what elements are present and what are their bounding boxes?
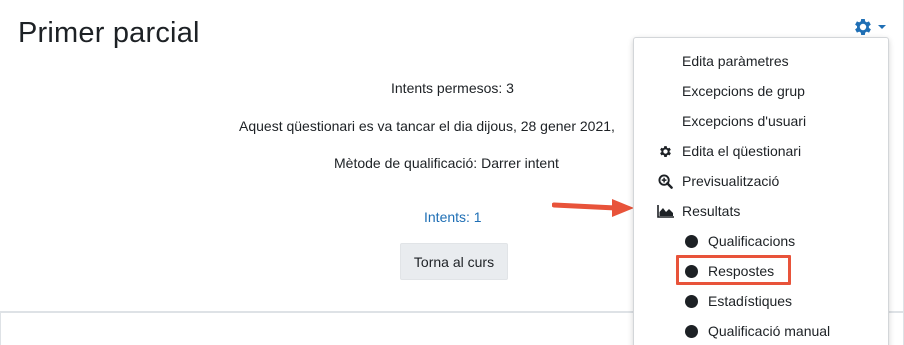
menu-item-edit-settings[interactable]: Edita paràmetres [634, 46, 888, 76]
bullet-icon [682, 294, 700, 308]
menu-item-group-overrides[interactable]: Excepcions de grup [634, 76, 888, 106]
grading-method: Mètode de qualificació: Darrer intent [334, 155, 559, 171]
settings-dropdown-menu: Edita paràmetres Excepcions de grup Exce… [633, 37, 889, 345]
magnifier-plus-icon [656, 173, 674, 189]
gear-icon [855, 19, 871, 35]
menu-item-label: Respostes [708, 263, 775, 279]
annotation-arrow-icon [552, 199, 634, 217]
menu-item-preview[interactable]: Previsualització [634, 166, 888, 196]
menu-item-responses[interactable]: Respostes [634, 256, 888, 286]
menu-item-label: Edita paràmetres [682, 53, 789, 69]
quiz-page: Primer parcial Intents permesos: 3 Aques… [0, 0, 904, 345]
bullet-icon [682, 264, 700, 278]
settings-menu-toggle[interactable] [852, 16, 886, 38]
menu-item-label: Qualificacions [708, 233, 796, 249]
attempts-link[interactable]: Intents: 1 [424, 209, 482, 225]
bullet-icon [682, 324, 700, 338]
bullet-icon [682, 234, 700, 248]
back-to-course-button[interactable]: Torna al curs [400, 243, 508, 280]
gear-icon [656, 144, 674, 159]
menu-item-grades[interactable]: Qualificacions [634, 226, 888, 256]
menu-item-user-overrides[interactable]: Excepcions d'usuari [634, 106, 888, 136]
menu-item-label: Qualificació manual [708, 323, 831, 339]
menu-item-statistics[interactable]: Estadístiques [634, 286, 888, 316]
menu-item-label: Excepcions d'usuari [682, 113, 807, 129]
caret-down-icon [878, 25, 886, 29]
menu-item-edit-quiz[interactable]: Edita el qüestionari [634, 136, 888, 166]
page-title: Primer parcial [18, 17, 200, 49]
menu-item-label: Edita el qüestionari [682, 143, 802, 159]
menu-item-label: Estadístiques [708, 293, 793, 309]
area-chart-icon [656, 204, 674, 218]
attempts-allowed: Intents permesos: 3 [391, 80, 514, 96]
menu-item-label: Previsualització [682, 173, 780, 189]
menu-item-label: Excepcions de grup [682, 83, 805, 99]
menu-item-results[interactable]: Resultats [634, 196, 888, 226]
menu-item-manual-grading[interactable]: Qualificació manual [634, 316, 888, 345]
closing-notice: Aquest qüestionari es va tancar el dia d… [239, 118, 615, 134]
menu-item-label: Resultats [682, 203, 741, 219]
